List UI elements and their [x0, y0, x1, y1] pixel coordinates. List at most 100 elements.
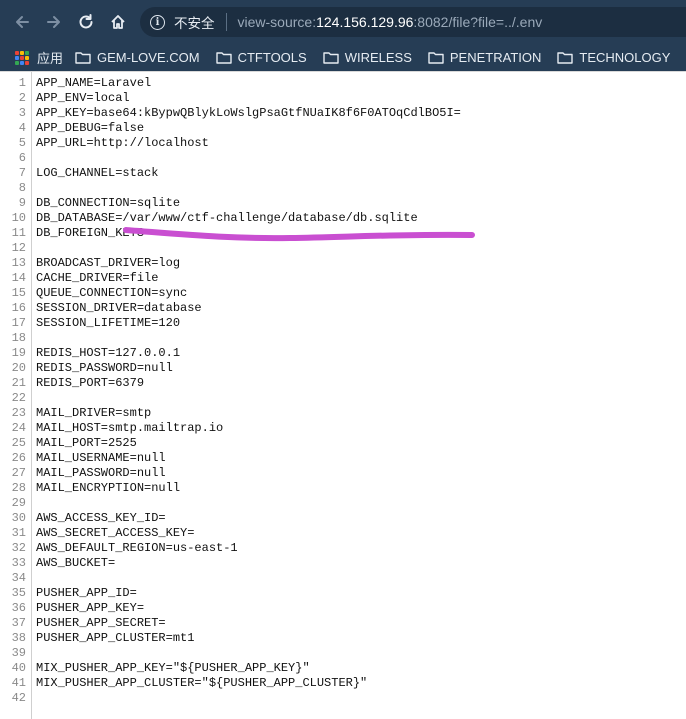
source-line: 36 PUSHER_APP_KEY=: [0, 601, 686, 616]
line-number: 38: [11, 631, 26, 645]
bookmark-technology[interactable]: TECHNOLOGY: [557, 50, 670, 65]
source-line: 41 MIX_PUSHER_APP_CLUSTER="${PUSHER_APP_C…: [0, 676, 686, 691]
source-line: 24 MAIL_HOST=smtp.mailtrap.io: [0, 421, 686, 436]
line-text: APP_KEY=base64:kBypwQBlykLoWslgPsaGtfNUa…: [36, 106, 461, 120]
folder-icon: [323, 52, 339, 64]
bookmark-penetration[interactable]: PENETRATION: [428, 50, 541, 65]
source-line: 3 APP_KEY=base64:kBypwQBlykLoWslgPsaGtfNU…: [0, 106, 686, 121]
line-number: 30: [11, 511, 26, 525]
source-line: 20 REDIS_PASSWORD=null: [0, 361, 686, 376]
source-line: 16 SESSION_DRIVER=database: [0, 301, 686, 316]
line-number: 18: [11, 331, 26, 345]
line-text: QUEUE_CONNECTION=sync: [36, 286, 188, 300]
source-line: 12: [0, 241, 686, 256]
bookmark-label: CTFTOOLS: [237, 50, 307, 65]
line-number: 10: [11, 211, 26, 225]
source-line: 8: [0, 181, 686, 196]
source-line: 37 PUSHER_APP_SECRET=: [0, 616, 686, 631]
line-number: 21: [11, 376, 26, 390]
line-number: 41: [11, 676, 26, 690]
line-text: SESSION_DRIVER=database: [36, 301, 202, 315]
line-number: 17: [11, 316, 26, 330]
line-text: PUSHER_APP_CLUSTER=mt1: [36, 631, 195, 645]
source-line: 28 MAIL_ENCRYPTION=null: [0, 481, 686, 496]
bookmark-gem-love[interactable]: GEM-LOVE.COM: [75, 50, 200, 65]
source-line: 21 REDIS_PORT=6379: [0, 376, 686, 391]
line-text: MAIL_PASSWORD=null: [36, 466, 166, 480]
line-number: 15: [11, 286, 26, 300]
line-number: 24: [11, 421, 26, 435]
home-button[interactable]: [103, 7, 133, 37]
line-number: 34: [11, 571, 26, 585]
source-line: 4 APP_DEBUG=false: [0, 121, 686, 136]
line-number: 37: [11, 616, 26, 630]
source-line: 23 MAIL_DRIVER=smtp: [0, 406, 686, 421]
line-number: 40: [11, 661, 26, 675]
line-text: APP_URL=http://localhost: [36, 136, 209, 150]
line-text: MAIL_ENCRYPTION=null: [36, 481, 181, 495]
info-icon[interactable]: i: [150, 14, 165, 30]
line-number: 23: [11, 406, 26, 420]
line-text: AWS_SECRET_ACCESS_KEY=: [36, 526, 195, 540]
address-bar[interactable]: i 不安全 view-source: 124.156.129.96:8082/fi…: [140, 7, 686, 37]
line-number: 25: [11, 436, 26, 450]
line-number: 12: [11, 241, 26, 255]
source-line: 1 APP_NAME=Laravel: [0, 76, 686, 91]
line-number: 14: [11, 271, 26, 285]
line-number: 8: [18, 181, 26, 195]
folder-icon: [428, 52, 444, 64]
source-line: 5 APP_URL=http://localhost: [0, 136, 686, 151]
source-line: 7 LOG_CHANNEL=stack: [0, 166, 686, 181]
bookmark-ctftools[interactable]: CTFTOOLS: [215, 50, 307, 65]
line-number: 11: [11, 226, 26, 240]
reload-button[interactable]: [71, 7, 101, 37]
home-icon: [111, 15, 125, 29]
line-text: AWS_ACCESS_KEY_ID=: [36, 511, 166, 525]
line-number: 19: [11, 346, 26, 360]
source-line: 18: [0, 331, 686, 346]
folder-icon: [75, 52, 91, 64]
line-number: 39: [11, 646, 26, 660]
source-line: 6: [0, 151, 686, 166]
line-number: 9: [18, 196, 26, 210]
back-button[interactable]: [7, 7, 37, 37]
line-text: SESSION_LIFETIME=120: [36, 316, 181, 330]
line-number: 2: [18, 91, 26, 105]
source-view: 1 APP_NAME=Laravel 2 APP_ENV=local 3 APP_KEY=…: [0, 71, 686, 719]
line-number: 42: [11, 691, 26, 705]
line-text: MAIL_HOST=smtp.mailtrap.io: [36, 421, 224, 435]
line-text: REDIS_HOST=127.0.0.1: [36, 346, 181, 360]
line-text: APP_DEBUG=false: [36, 121, 145, 135]
source-line: 22: [0, 391, 686, 406]
line-number: 35: [11, 586, 26, 600]
bookmark-wireless[interactable]: WIRELESS: [323, 50, 412, 65]
bookmark-label: TECHNOLOGY: [579, 50, 671, 65]
folder-icon: [557, 52, 574, 64]
folder-icon: [215, 52, 232, 64]
line-text: MAIL_PORT=2525: [36, 436, 137, 450]
line-text: MIX_PUSHER_APP_CLUSTER="${PUSHER_APP_CLU…: [36, 676, 368, 690]
apps-shortcut-label[interactable]: 应用: [37, 48, 63, 67]
line-number: 5: [18, 136, 26, 150]
url-host: 124.156.129.96: [316, 14, 414, 30]
bookmark-label: GEM-LOVE.COM: [97, 50, 200, 65]
source-line: 19 REDIS_HOST=127.0.0.1: [0, 346, 686, 361]
browser-toolbar: i 不安全 view-source: 124.156.129.96:8082/fi…: [0, 0, 686, 44]
source-line: 32 AWS_DEFAULT_REGION=us-east-1: [0, 541, 686, 556]
apps-grid-icon[interactable]: [15, 50, 29, 65]
source-line: 29: [0, 496, 686, 511]
source-line: 2 APP_ENV=local: [0, 91, 686, 106]
security-label[interactable]: 不安全: [174, 12, 215, 32]
forward-button[interactable]: [39, 7, 69, 37]
line-text: APP_ENV=local: [36, 91, 130, 105]
line-text: REDIS_PORT=6379: [36, 376, 145, 390]
line-number: 36: [11, 601, 26, 615]
source-line: 9 DB_CONNECTION=sqlite: [0, 196, 686, 211]
source-line: 42: [0, 691, 686, 706]
line-text: PUSHER_APP_KEY=: [36, 601, 145, 615]
source-line: 34: [0, 571, 686, 586]
line-text: DB_CONNECTION=sqlite: [36, 196, 181, 210]
source-line: 25 MAIL_PORT=2525: [0, 436, 686, 451]
source-line: 38 PUSHER_APP_CLUSTER=mt1: [0, 631, 686, 646]
line-text: REDIS_PASSWORD=null: [36, 361, 173, 375]
